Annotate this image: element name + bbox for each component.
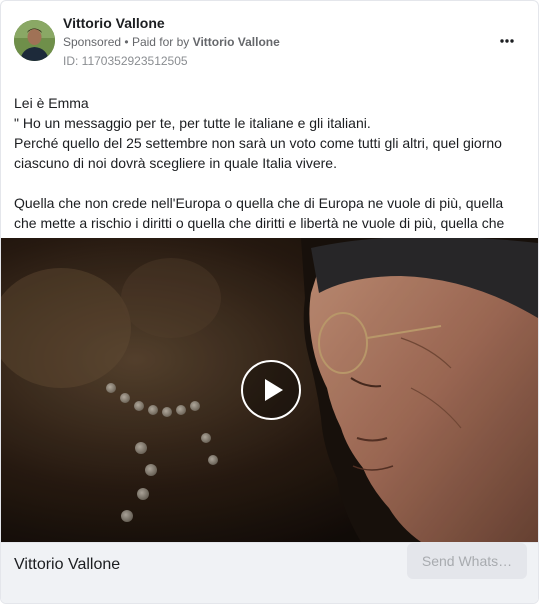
send-whatsapp-button[interactable]: Send Whats… bbox=[407, 543, 527, 579]
ad-card: Vittorio Vallone Sponsored • Paid for by… bbox=[0, 0, 539, 604]
paid-for-name: Vittorio Vallone bbox=[192, 35, 280, 49]
ad-footer: Vittorio Vallone Send Whats… bbox=[1, 542, 538, 603]
post-line: Lei è Emma bbox=[14, 95, 89, 111]
sponsored-line: Sponsored • Paid for by Vittorio Vallone bbox=[63, 35, 280, 49]
sponsored-label: Sponsored bbox=[63, 35, 122, 49]
play-button[interactable] bbox=[241, 360, 301, 420]
ad-id: ID: 1170352923512505 bbox=[63, 54, 188, 68]
paid-for-prefix: Paid for by bbox=[131, 35, 190, 49]
post-line: " Ho un messaggio per te, per tutte le i… bbox=[14, 115, 371, 131]
avatar[interactable] bbox=[14, 20, 55, 61]
ad-header: Vittorio Vallone Sponsored • Paid for by… bbox=[1, 1, 538, 81]
advertiser-name[interactable]: Vittorio Vallone bbox=[63, 15, 165, 31]
play-icon bbox=[265, 379, 283, 401]
more-options-icon bbox=[500, 39, 514, 43]
footer-advertiser-name: Vittorio Vallone bbox=[14, 556, 121, 573]
more-options-button[interactable] bbox=[496, 31, 518, 51]
post-text: Lei è Emma " Ho un messaggio per te, per… bbox=[14, 93, 526, 253]
post-line: Perché quello del 25 settembre non sarà … bbox=[14, 135, 502, 171]
separator: • bbox=[124, 35, 129, 49]
